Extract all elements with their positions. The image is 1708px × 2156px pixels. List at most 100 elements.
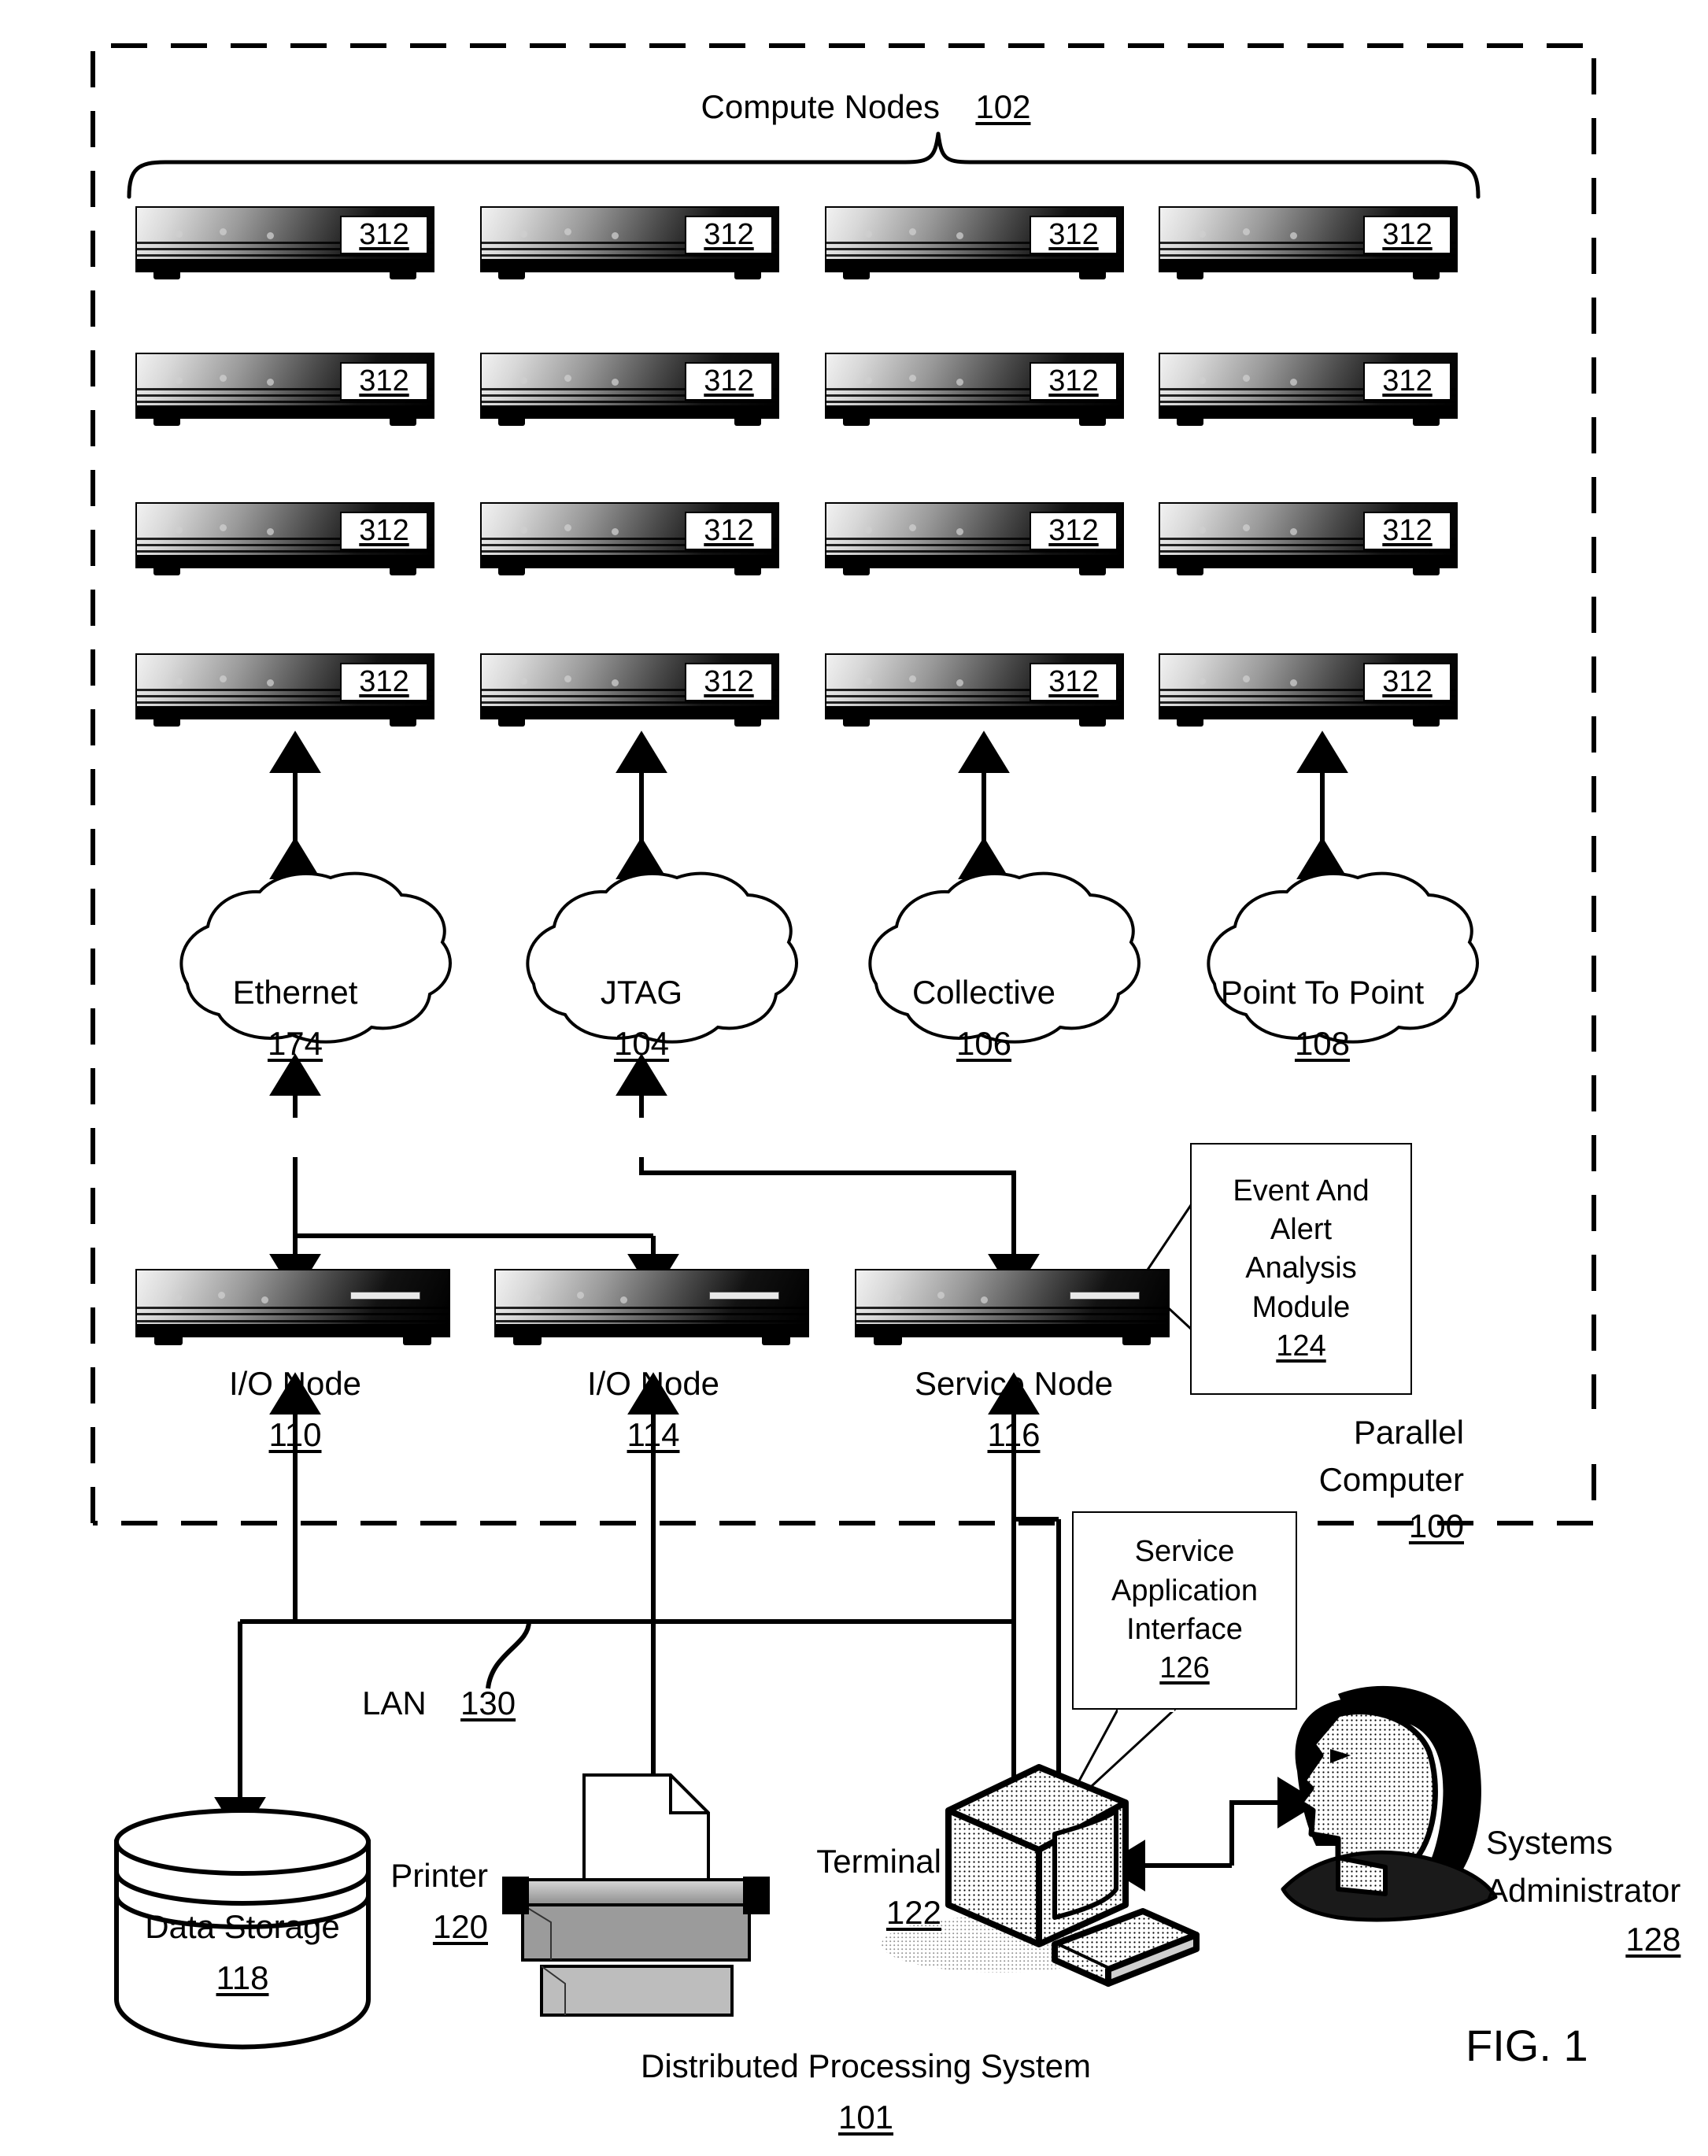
connector-layer [91,43,1596,2050]
service-node-to-terminal [994,1409,1061,1857]
administrator-graphic [1281,1685,1498,1922]
compute-node[interactable]: 312 [825,206,1124,282]
node-ref: 312 [704,665,754,699]
figure-canvas: 312 312 312 312 312 312 312 312 312 312 … [0,0,1708,2156]
figure-caption-title: Distributed Processing System [641,2047,1091,2084]
network-name: JTAG [600,974,683,1011]
service-interface-ref: 126 [1159,1651,1210,1685]
compute-nodes-brace [127,131,1481,199]
compute-node[interactable]: 312 [1159,653,1458,729]
node-ref: 312 [1382,665,1433,699]
network-ref: 104 [613,1025,670,1063]
network-label-ethernet: Ethernet 174 [233,967,358,1069]
compute-node[interactable]: 312 [480,502,779,578]
compute-node[interactable]: 312 [135,206,434,282]
network-name: Point To Point [1220,974,1425,1011]
compute-node[interactable]: 312 [825,353,1124,428]
compute-node[interactable]: 312 [480,653,779,729]
node-name: I/O Node [586,1365,720,1402]
node-ref: 312 [704,218,754,252]
compute-node[interactable]: 312 [480,206,779,282]
node-ref: 312 [359,218,409,252]
node-ref: 312 [1048,665,1099,699]
compute-node[interactable]: 312 [825,502,1124,578]
administrator-label: Systems Administrator 128 [1486,1818,1680,1963]
network-name: Collective [911,974,1056,1011]
node-ref: 312 [704,514,754,548]
node-ref: 312 [1382,364,1433,398]
event-alert-analysis-module-box[interactable]: Event And Alert Analysis Module 124 [1190,1143,1412,1395]
terminal-label: Terminal 122 [705,1836,941,1938]
administrator-ref: 128 [1625,1920,1681,1958]
node-ref: 312 [1048,218,1099,252]
node-name: I/O Node [228,1365,362,1402]
label-io-node-110: I/O Node 110 [229,1358,361,1460]
network-ref: 108 [1294,1025,1351,1063]
figure-caption: Distributed Processing System 101 [641,2040,1091,2143]
figure-number: FIG. 1 [1466,2021,1588,2070]
network-label-jtag: JTAG 104 [601,967,682,1069]
event-module-line1: Event And [1233,1174,1370,1207]
event-module-line4: Module [1251,1290,1351,1324]
node-ref: 312 [704,364,754,398]
lan-leader [486,1621,531,1689]
network-ref: 106 [956,1025,1012,1063]
compute-nodes-title: Compute Nodes [701,88,941,125]
network-ref: 174 [267,1025,323,1063]
node-ref: 312 [1048,364,1099,398]
service-node-116-chassis[interactable] [855,1269,1170,1348]
lan-ref: 130 [460,1684,516,1721]
node-ref: 312 [359,514,409,548]
parallel-computer-line2: Computer [1318,1460,1464,1498]
node-ref: 110 [268,1416,322,1454]
node-ref: 312 [359,665,409,699]
data-storage-ref: 118 [216,1959,269,1997]
compute-node[interactable]: 312 [480,353,779,428]
event-module-ref: 124 [1276,1329,1326,1363]
node-ref: 312 [1382,218,1433,252]
figure-caption-ref: 101 [837,2099,894,2136]
compute-node[interactable]: 312 [1159,353,1458,428]
terminal-name: Terminal [816,1843,941,1880]
io-node-110-chassis[interactable] [135,1269,450,1348]
compute-nodes-ref: 102 [975,88,1031,125]
printer-ref: 120 [432,1908,488,1946]
node-ref: 312 [1382,514,1433,548]
compute-node[interactable]: 312 [1159,206,1458,282]
compute-node[interactable]: 312 [135,653,434,729]
node-ref: 312 [359,364,409,398]
io-node-114-chassis[interactable] [494,1269,809,1348]
service-interface-line2: Application [1111,1574,1258,1607]
parallel-computer-ref: 100 [1408,1507,1464,1545]
terminal-admin-arrows [1103,1777,1320,1892]
event-module-line3: Analysis [1245,1252,1357,1285]
node-name: Service Node [914,1365,1114,1402]
jtag-to-service-paths [616,1053,1040,1296]
service-interface-callout-tail [1059,1707,1177,1816]
compute-node[interactable]: 312 [1159,502,1458,578]
compute-node[interactable]: 312 [135,353,434,428]
label-io-node-114: I/O Node 114 [587,1358,719,1460]
parallel-computer-line1: Parallel [1353,1414,1464,1451]
network-label-collective: Collective 106 [912,967,1055,1069]
parallel-computer-label: Parallel Computer 100 [1228,1409,1464,1550]
service-interface-line3: Interface [1126,1613,1243,1646]
service-interface-line1: Service [1134,1535,1235,1569]
administrator-line2: Administrator [1486,1872,1681,1910]
terminal-ref: 122 [885,1894,941,1932]
lan-label: LAN 130 [362,1684,516,1722]
network-label-point-to-point: Point To Point 108 [1221,967,1424,1069]
ethernet-to-io-paths [269,1053,679,1296]
network-name: Ethernet [232,974,358,1011]
label-service-node-116: Service Node 116 [915,1358,1113,1460]
node-ref: 114 [627,1416,680,1454]
administrator-line1: Systems [1486,1824,1614,1861]
node-cloud-arrows [269,730,1348,880]
lan-bus [214,1372,1040,1847]
compute-node[interactable]: 312 [135,502,434,578]
node-ref: 312 [1048,514,1099,548]
printer-name: Printer [390,1857,488,1894]
compute-node[interactable]: 312 [825,653,1124,729]
lan-name: LAN [362,1684,427,1721]
compute-nodes-title-group: Compute Nodes 102 [701,88,1031,126]
